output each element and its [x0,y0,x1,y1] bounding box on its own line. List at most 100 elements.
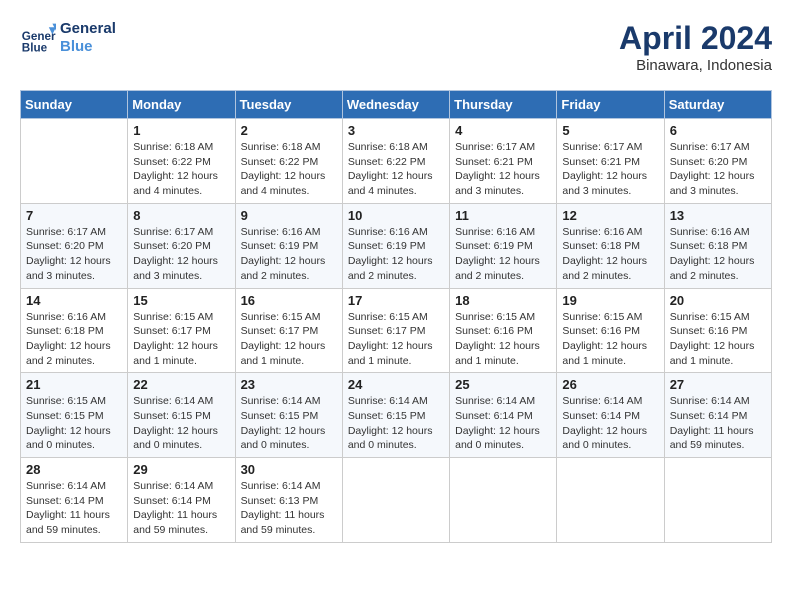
title-block: April 2024 Binawara, Indonesia [619,20,772,74]
day-number: 2 [241,123,337,138]
calendar-cell: 13Sunrise: 6:16 AMSunset: 6:18 PMDayligh… [664,203,771,288]
day-info: Sunrise: 6:14 AMSunset: 6:14 PMDaylight:… [455,394,551,453]
day-info: Sunrise: 6:15 AMSunset: 6:16 PMDaylight:… [562,310,658,369]
day-info: Sunrise: 6:18 AMSunset: 6:22 PMDaylight:… [133,140,229,199]
day-info: Sunrise: 6:14 AMSunset: 6:14 PMDaylight:… [562,394,658,453]
calendar-table: SundayMondayTuesdayWednesdayThursdayFrid… [20,90,772,543]
calendar-cell: 28Sunrise: 6:14 AMSunset: 6:14 PMDayligh… [21,458,128,543]
calendar-cell: 12 Sunrise: 6:16 AMSunset: 6:18 PMDayligh… [557,203,664,288]
logo-text: General Blue [60,20,116,56]
day-number: 6 [670,123,766,138]
calendar-cell: 30 Sunrise: 6:14 AMSunset: 6:13 PMDayligh… [235,458,342,543]
calendar-cell: 3 Sunrise: 6:18 AMSunset: 6:22 PMDaylight… [342,119,449,204]
calendar-week-5: 28 Sunrise: 6:14 AMSunset: 6:14 PMDayligh… [21,458,772,543]
month-title: April 2024 [619,20,772,57]
column-header-sunday: Sunday [21,91,128,119]
day-info: Sunrise: 6:17 AMSunset: 6:20 PMDaylight:… [670,140,766,199]
calendar-cell: 4Sunrise: 6:17 AMSunset: 6:21 PMDaylight… [450,119,557,204]
day-number: 29 [133,462,229,477]
column-header-friday: Friday [557,91,664,119]
calendar-cell [557,458,664,543]
logo-icon: General Blue [20,20,56,56]
day-number: 15 [133,293,229,308]
calendar-cell: 20 Sunrise: 6:15 AMSunset: 6:16 PMDayligh… [664,288,771,373]
day-info: Sunrise: 6:14 AMSunset: 6:15 PMDaylight:… [241,394,337,453]
day-number: 3 [348,123,444,138]
calendar-cell: 11 Sunrise: 6:16 AMSunset: 6:19 PMDayligh… [450,203,557,288]
day-info: Sunrise: 6:17 AMSunset: 6:20 PMDaylight:… [26,225,122,284]
day-number: 21 [26,377,122,392]
calendar-cell [21,119,128,204]
logo: General Blue General Blue [20,20,116,56]
day-number: 16 [241,293,337,308]
day-number: 23 [241,377,337,392]
calendar-cell: 19Sunrise: 6:15 AMSunset: 6:16 PMDayligh… [557,288,664,373]
calendar-cell: 7 Sunrise: 6:17 AMSunset: 6:20 PMDaylight… [21,203,128,288]
calendar-week-2: 7 Sunrise: 6:17 AMSunset: 6:20 PMDaylight… [21,203,772,288]
day-number: 10 [348,208,444,223]
calendar-cell: 18 Sunrise: 6:15 AMSunset: 6:16 PMDayligh… [450,288,557,373]
calendar-cell: 10 Sunrise: 6:16 AMSunset: 6:19 PMDayligh… [342,203,449,288]
calendar-cell: 14Sunrise: 6:16 AMSunset: 6:18 PMDayligh… [21,288,128,373]
calendar-cell [450,458,557,543]
calendar-cell: 15 Sunrise: 6:15 AMSunset: 6:17 PMDayligh… [128,288,235,373]
day-number: 4 [455,123,551,138]
calendar-cell: 9Sunrise: 6:16 AMSunset: 6:19 PMDaylight… [235,203,342,288]
calendar-cell [342,458,449,543]
calendar-header-row: SundayMondayTuesdayWednesdayThursdayFrid… [21,91,772,119]
svg-text:Blue: Blue [22,42,48,55]
calendar-cell: 23 Sunrise: 6:14 AMSunset: 6:15 PMDayligh… [235,373,342,458]
day-number: 1 [133,123,229,138]
column-header-wednesday: Wednesday [342,91,449,119]
day-number: 27 [670,377,766,392]
day-info: Sunrise: 6:16 AMSunset: 6:18 PMDaylight:… [562,225,658,284]
calendar-cell: 21 Sunrise: 6:15 AMSunset: 6:15 PMDayligh… [21,373,128,458]
day-number: 7 [26,208,122,223]
column-header-saturday: Saturday [664,91,771,119]
calendar-cell: 6 Sunrise: 6:17 AMSunset: 6:20 PMDaylight… [664,119,771,204]
calendar-cell: 25 Sunrise: 6:14 AMSunset: 6:14 PMDayligh… [450,373,557,458]
day-info: Sunrise: 6:14 AMSunset: 6:15 PMDaylight:… [348,394,444,453]
day-number: 30 [241,462,337,477]
day-number: 12 [562,208,658,223]
day-number: 25 [455,377,551,392]
day-number: 8 [133,208,229,223]
calendar-week-3: 14Sunrise: 6:16 AMSunset: 6:18 PMDayligh… [21,288,772,373]
day-number: 22 [133,377,229,392]
day-number: 20 [670,293,766,308]
day-number: 14 [26,293,122,308]
calendar-cell: 24 Sunrise: 6:14 AMSunset: 6:15 PMDayligh… [342,373,449,458]
calendar-cell: 2 Sunrise: 6:18 AMSunset: 6:22 PMDaylight… [235,119,342,204]
column-header-thursday: Thursday [450,91,557,119]
day-number: 11 [455,208,551,223]
day-info: Sunrise: 6:14 AMSunset: 6:14 PMDaylight:… [133,479,229,538]
calendar-cell: 22Sunrise: 6:14 AMSunset: 6:15 PMDayligh… [128,373,235,458]
day-info: Sunrise: 6:16 AMSunset: 6:19 PMDaylight:… [241,225,337,284]
calendar-cell [664,458,771,543]
calendar-cell: 17Sunrise: 6:15 AMSunset: 6:17 PMDayligh… [342,288,449,373]
day-info: Sunrise: 6:18 AMSunset: 6:22 PMDaylight:… [241,140,337,199]
day-info: Sunrise: 6:15 AMSunset: 6:15 PMDaylight:… [26,394,122,453]
column-header-monday: Monday [128,91,235,119]
day-info: Sunrise: 6:17 AMSunset: 6:20 PMDaylight:… [133,225,229,284]
day-info: Sunrise: 6:15 AMSunset: 6:16 PMDaylight:… [670,310,766,369]
day-info: Sunrise: 6:18 AMSunset: 6:22 PMDaylight:… [348,140,444,199]
day-info: Sunrise: 6:16 AMSunset: 6:19 PMDaylight:… [348,225,444,284]
day-number: 18 [455,293,551,308]
calendar-cell: 8 Sunrise: 6:17 AMSunset: 6:20 PMDaylight… [128,203,235,288]
location: Binawara, Indonesia [619,57,772,74]
day-info: Sunrise: 6:16 AMSunset: 6:19 PMDaylight:… [455,225,551,284]
day-info: Sunrise: 6:14 AMSunset: 6:14 PMDaylight:… [670,394,766,453]
day-info: Sunrise: 6:15 AMSunset: 6:17 PMDaylight:… [133,310,229,369]
day-info: Sunrise: 6:15 AMSunset: 6:17 PMDaylight:… [241,310,337,369]
day-number: 24 [348,377,444,392]
day-number: 28 [26,462,122,477]
calendar-cell: 27 Sunrise: 6:14 AMSunset: 6:14 PMDayligh… [664,373,771,458]
day-info: Sunrise: 6:15 AMSunset: 6:16 PMDaylight:… [455,310,551,369]
day-number: 5 [562,123,658,138]
calendar-cell: 29 Sunrise: 6:14 AMSunset: 6:14 PMDayligh… [128,458,235,543]
calendar-cell: 1 Sunrise: 6:18 AMSunset: 6:22 PMDaylight… [128,119,235,204]
calendar-week-4: 21 Sunrise: 6:15 AMSunset: 6:15 PMDayligh… [21,373,772,458]
calendar-week-1: 1 Sunrise: 6:18 AMSunset: 6:22 PMDaylight… [21,119,772,204]
day-info: Sunrise: 6:14 AMSunset: 6:13 PMDaylight:… [241,479,337,538]
